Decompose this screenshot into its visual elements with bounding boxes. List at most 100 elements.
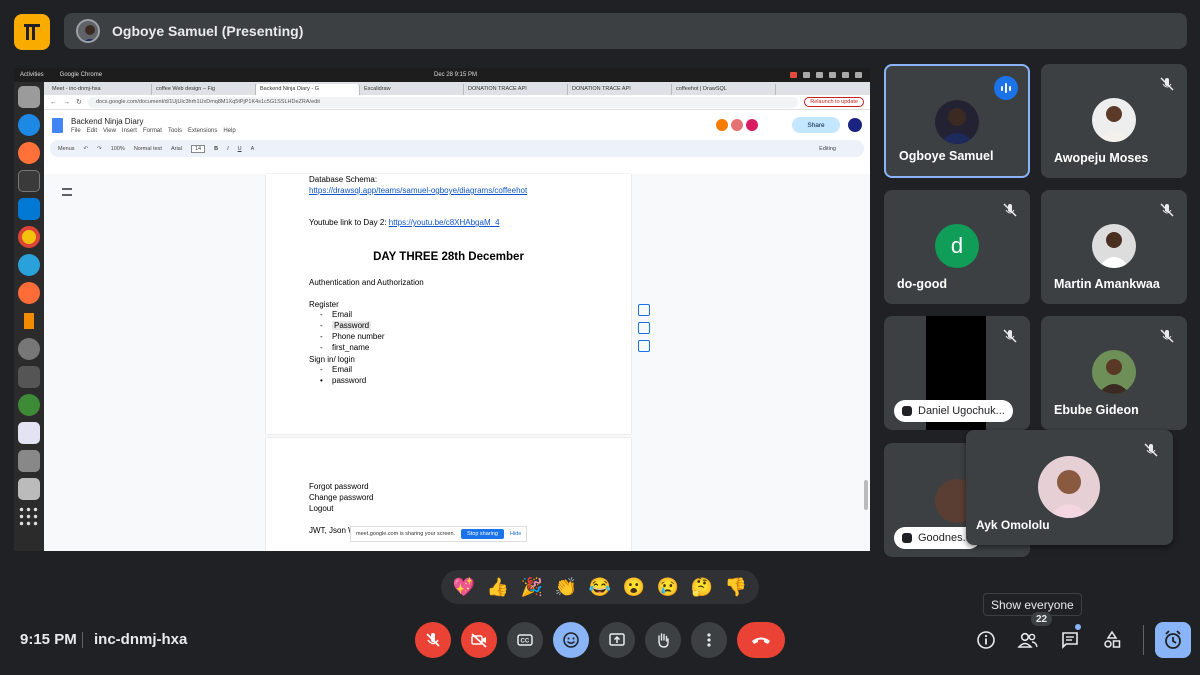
leave-call-button[interactable] — [737, 622, 785, 658]
more-options-button[interactable] — [691, 622, 727, 658]
emoji-reaction-icon[interactable] — [638, 322, 650, 334]
logo-icon — [24, 24, 40, 40]
participant-tile-dogood[interactable]: d do-good — [884, 190, 1030, 304]
zoom-select[interactable]: 100% — [111, 146, 125, 152]
doc-scrollbar[interactable] — [864, 480, 868, 510]
undo-icon[interactable]: ↶ — [84, 146, 89, 152]
list-item: - first_name — [320, 343, 370, 352]
app-logo — [14, 14, 50, 50]
stop-sharing-button[interactable]: Stop sharing — [461, 529, 504, 539]
font-size-field[interactable]: 14 — [190, 144, 206, 153]
share-button[interactable]: Share — [792, 117, 840, 133]
emoji-reactions-button[interactable] — [553, 622, 589, 658]
text-color-icon[interactable]: A — [251, 146, 255, 152]
chat-button[interactable] — [1057, 627, 1083, 653]
participant-name: Ebube Gideon — [1054, 403, 1139, 417]
participant-tile-awopeju[interactable]: Awopeju Moses — [1041, 64, 1187, 178]
mic-toggle-button[interactable] — [415, 622, 451, 658]
menu-file[interactable]: File — [71, 128, 81, 134]
shapes-icon — [1104, 630, 1121, 648]
chrome-icon — [18, 226, 40, 248]
browser-tabs: Meet - inc-dnmj-hxa coffee Web design – … — [44, 82, 870, 95]
reaction-party[interactable]: 🎉 — [521, 577, 543, 598]
reaction-laugh[interactable]: 😂 — [589, 577, 611, 598]
doc-page[interactable]: Database Schema: https://drawsql.app/tea… — [266, 174, 631, 434]
reaction-clap[interactable]: 👏 — [555, 577, 577, 598]
url-field[interactable]: docs.google.com/document/d/1UjUlc3hrh1Ux… — [87, 96, 799, 108]
menu-edit[interactable]: Edit — [87, 128, 97, 134]
avatar — [935, 100, 979, 144]
reaction-thumbs-down[interactable]: 👎 — [725, 577, 747, 598]
menu-help[interactable]: Help — [223, 128, 235, 134]
youtube-link[interactable]: https://youtu.be/c8XHAbgaM_4 — [389, 218, 500, 227]
browser-tab-active[interactable]: Backend Ninja Diary - G — [256, 84, 360, 95]
menu-insert[interactable]: Insert — [122, 128, 137, 134]
suggest-edit-icon[interactable] — [638, 340, 650, 352]
participant-tile-daniel[interactable]: Daniel Ugochuk... — [884, 316, 1030, 430]
hide-notice-button[interactable]: Hide — [510, 531, 521, 537]
participant-tile-ayk[interactable]: Ayk Omololu — [966, 430, 1173, 545]
browser-tab[interactable]: Excalidraw — [360, 84, 464, 95]
back-icon[interactable]: ← — [50, 99, 57, 106]
schema-link[interactable]: https://drawsql.app/teams/samuel-ogboye/… — [309, 185, 527, 196]
browser-tab[interactable]: coffee Web design – Fig — [152, 84, 256, 95]
relaunch-button[interactable]: Relaunch to update — [804, 97, 864, 107]
add-comment-icon[interactable] — [638, 304, 650, 316]
account-avatar[interactable] — [848, 118, 862, 132]
divider — [82, 632, 83, 648]
style-select[interactable]: Normal text — [134, 146, 162, 152]
font-select[interactable]: Arial — [171, 146, 182, 152]
captions-button[interactable]: CC — [507, 622, 543, 658]
browser-tab[interactable]: DONATION TRACE API — [464, 84, 568, 95]
italic-icon[interactable]: I — [227, 146, 229, 152]
emoji-icon — [563, 632, 579, 648]
doc-title[interactable]: Backend Ninja Diary — [71, 117, 236, 126]
reaction-thinking[interactable]: 🤔 — [691, 577, 713, 598]
camera-toggle-button[interactable] — [461, 622, 497, 658]
editing-mode-select[interactable]: Editing — [819, 146, 836, 152]
people-button[interactable] — [1015, 627, 1041, 653]
reaction-heart[interactable]: 💖 — [453, 577, 475, 598]
participant-name-chip: Daniel Ugochuk... — [894, 400, 1013, 422]
participant-tile-ogboye[interactable]: Ogboye Samuel — [884, 64, 1030, 178]
people-icon — [1017, 632, 1038, 648]
outline-icon[interactable] — [62, 188, 72, 196]
meeting-code: inc-dnmj-hxa — [94, 631, 188, 648]
activities-button[interactable] — [1099, 627, 1125, 653]
list-item: - Password — [320, 321, 372, 330]
bold-icon[interactable]: B — [214, 146, 218, 152]
participant-tile-martin[interactable]: Martin Amankwaa — [1041, 190, 1187, 304]
reload-icon[interactable]: ↻ — [76, 98, 82, 106]
storage-app-icon — [18, 450, 40, 472]
menu-format[interactable]: Format — [143, 128, 162, 134]
docs-icon[interactable] — [52, 117, 63, 133]
trash-icon — [18, 478, 40, 500]
raise-hand-button[interactable] — [645, 622, 681, 658]
meeting-info-button[interactable] — [973, 627, 999, 653]
reaction-sad[interactable]: 😢 — [657, 577, 679, 598]
forward-icon[interactable]: → — [63, 99, 70, 106]
host-controls-button[interactable] — [1155, 622, 1191, 658]
browser-tab[interactable]: Meet - inc-dnmj-hxa — [48, 84, 152, 95]
os-tray — [790, 72, 862, 78]
list-item: - Phone number — [320, 332, 385, 341]
reaction-thumbs-up[interactable]: 👍 — [487, 577, 509, 598]
participant-tile-ebube[interactable]: Ebube Gideon — [1041, 316, 1187, 430]
redo-icon[interactable]: ↷ — [97, 146, 102, 152]
presenter-banner[interactable]: Ogboye Samuel (Presenting) — [64, 13, 1187, 49]
menus-search[interactable]: Menus — [58, 146, 75, 152]
underline-icon[interactable]: U — [238, 146, 242, 152]
menu-view[interactable]: View — [103, 128, 116, 134]
youtube-line: Youtube link to Day 2: https://youtu.be/… — [309, 217, 500, 228]
os-app-name: Google Chrome — [59, 72, 103, 78]
browser-tab[interactable]: DONATION TRACE API — [568, 84, 672, 95]
present-screen-button[interactable] — [599, 622, 635, 658]
reaction-surprised[interactable]: 😮 — [623, 577, 645, 598]
app-grid-icon — [18, 506, 40, 528]
vlc-icon — [18, 310, 40, 332]
browser-tab[interactable]: coffeehot | DrawSQL — [672, 84, 776, 95]
os-activities: Activities — [20, 72, 44, 78]
menu-tools[interactable]: Tools — [168, 128, 182, 134]
mic-off-icon — [426, 633, 440, 647]
menu-extensions[interactable]: Extensions — [188, 128, 217, 134]
